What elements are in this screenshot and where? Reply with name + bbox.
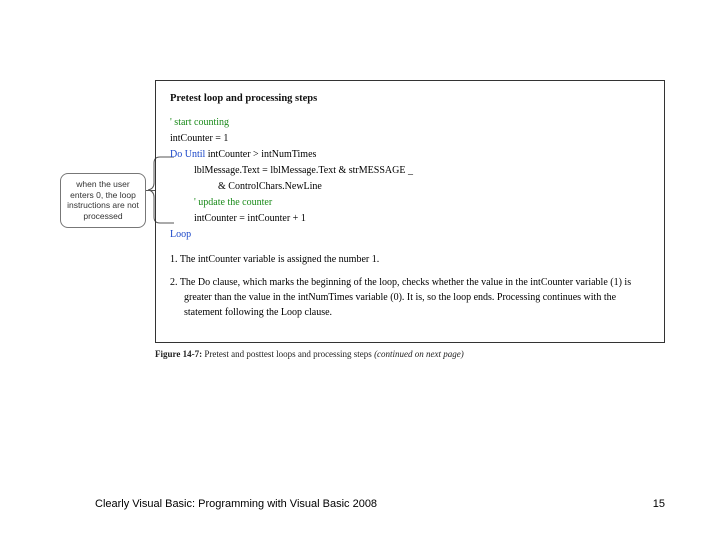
keyword-do-until: Do Until [170, 149, 205, 160]
page-number: 15 [653, 498, 665, 510]
footer-source: Clearly Visual Basic: Programming with V… [95, 498, 377, 510]
step-2: 2. The Do clause, which marks the beginn… [170, 275, 650, 320]
step-2-num: 2. [170, 277, 178, 288]
code-line-incr: intCounter = intCounter + 1 [194, 211, 650, 226]
step-1-num: 1. [170, 254, 178, 265]
code-line-msg1: lblMessage.Text = lblMessage.Text & strM… [194, 163, 650, 178]
callout-box: when the user enters 0, the loop instruc… [60, 173, 146, 228]
code-line-msg2: & ControlChars.NewLine [218, 179, 650, 194]
step-2-text: The Do clause, which marks the beginning… [180, 277, 631, 318]
figure-caption: Figure 14-7: Pretest and posttest loops … [155, 349, 665, 359]
code-comment-start: ' start counting [170, 115, 650, 130]
step-1-text: The intCounter variable is assigned the … [180, 254, 379, 265]
code-comment-update: ' update the counter [194, 195, 650, 210]
figure-container: Pretest loop and processing steps ' star… [155, 80, 665, 359]
figure-heading: Pretest loop and processing steps [170, 91, 650, 107]
caption-text: Pretest and posttest loops and processin… [202, 349, 374, 359]
step-1: 1. The intCounter variable is assigned t… [170, 252, 650, 267]
step-list: 1. The intCounter variable is assigned t… [170, 252, 650, 320]
caption-continued: (continued on next page) [374, 349, 464, 359]
code-line-init: intCounter = 1 [170, 131, 650, 146]
code-line-do: Do Until intCounter > intNumTimes [170, 147, 650, 162]
figure-box: Pretest loop and processing steps ' star… [155, 80, 665, 343]
caption-label: Figure 14-7: [155, 349, 202, 359]
keyword-loop: Loop [170, 227, 650, 242]
callout-text: when the user enters 0, the loop instruc… [67, 179, 139, 221]
code-do-condition: intCounter > intNumTimes [205, 149, 316, 160]
